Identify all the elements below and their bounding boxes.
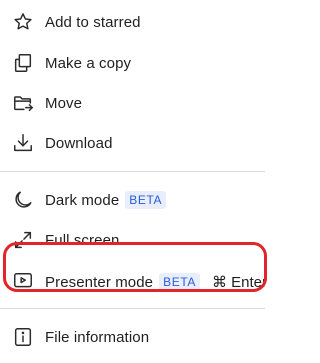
menu-item-download[interactable]: Download <box>0 123 270 163</box>
menu-item-add-to-starred[interactable]: Add to starred <box>0 2 270 42</box>
menu-item-label: Move <box>45 94 83 112</box>
info-icon <box>12 326 34 348</box>
moon-icon <box>12 189 34 211</box>
folder-move-icon <box>12 92 34 114</box>
menu-item-dark-mode[interactable]: Dark mode BETA <box>0 180 270 220</box>
beta-badge: BETA <box>125 191 167 209</box>
menu-item-label: File information <box>45 328 150 346</box>
download-icon <box>12 132 34 154</box>
highlight-outline <box>3 242 267 292</box>
menu-item-label: Make a copy <box>45 54 132 72</box>
menu-item-label: Dark mode <box>45 191 120 209</box>
menu-item-file-information[interactable]: File information <box>0 317 270 357</box>
copy-icon <box>12 52 34 74</box>
menu-item-move[interactable]: Move <box>0 83 270 123</box>
menu-item-label: Download <box>45 134 113 152</box>
context-menu: Add to starred Make a copy Move Download… <box>0 0 270 363</box>
menu-item-label: Add to starred <box>45 13 141 31</box>
menu-divider <box>0 308 265 309</box>
menu-divider <box>0 171 265 172</box>
star-icon <box>12 11 34 33</box>
menu-item-make-a-copy[interactable]: Make a copy <box>0 43 270 83</box>
